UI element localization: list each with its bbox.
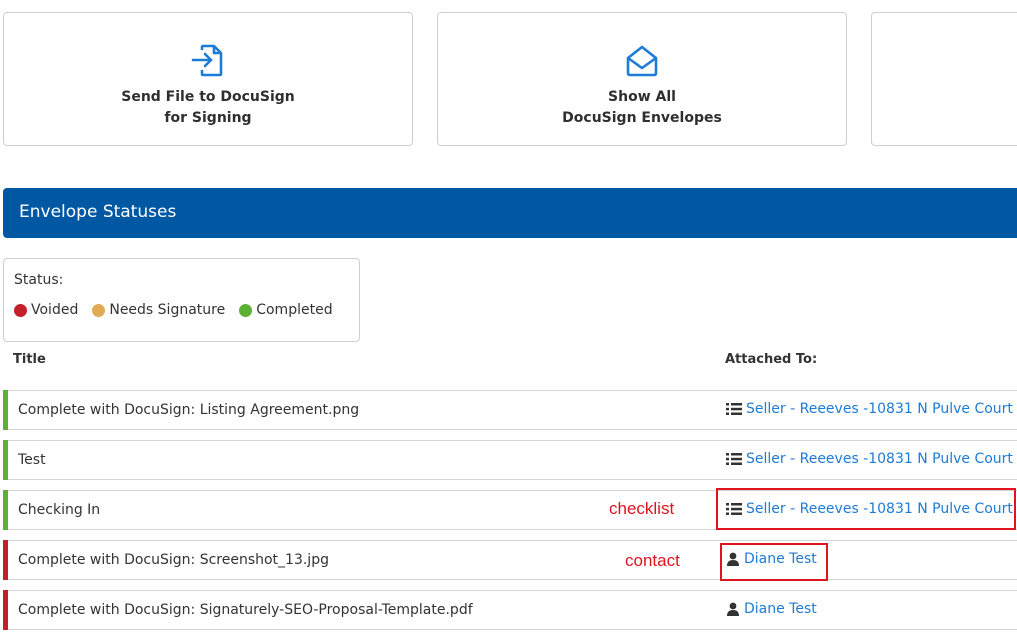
checklist-icon [726,453,742,465]
status-indicator [3,590,8,630]
show-envelopes-label: Show All DocuSign Envelopes [562,89,722,126]
checklist-icon [726,403,742,415]
attached-link[interactable]: Seller - Reeeves -10831 N Pulve Court [726,451,1013,467]
annotation-label-checklist: checklist [609,499,675,518]
send-file-card[interactable]: Send File to DocuSign for Signing [3,12,413,146]
annotation-label-contact: contact [625,551,680,570]
section-header: Envelope Statuses [3,188,1017,238]
attached-link[interactable]: Seller - Reeeves -10831 N Pulve Court [726,501,1013,517]
row-title: Test [18,452,46,468]
attached-link[interactable]: Seller - Reeeves -10831 N Pulve Court [726,401,1013,417]
envelope-open-icon [624,43,660,79]
table-row[interactable]: Checking In Seller - Reeeves -10831 N Pu… [3,490,1017,530]
legend-item-needs-signature: Needs Signature [92,302,225,318]
section-title: Envelope Statuses [19,202,177,222]
column-header-attached: Attached To: [725,352,818,367]
legend-item-completed: Completed [239,302,333,318]
attached-link[interactable]: Diane Test [726,601,817,617]
status-dot-icon [14,303,27,317]
show-envelopes-card[interactable]: Show All DocuSign Envelopes [437,12,847,146]
legend-item-voided: Voided [14,302,78,318]
status-dot-icon [92,303,106,317]
row-title: Complete with DocuSign: Signaturely-SEO-… [18,602,473,618]
send-file-label: Send File to DocuSign for Signing [121,89,295,126]
status-dot-icon [239,303,253,317]
table-row[interactable]: Complete with DocuSign: Signaturely-SEO-… [3,590,1017,630]
status-indicator [3,490,8,530]
user-icon [727,602,739,616]
legend-heading: Status: [14,272,64,288]
table-row[interactable]: Complete with DocuSign: Listing Agreemen… [3,390,1017,430]
row-title: Complete with DocuSign: Screenshot_13.jp… [18,552,329,568]
file-import-icon [190,43,226,79]
row-title: Checking In [18,502,101,518]
table-row[interactable]: Complete with DocuSign: Screenshot_13.jp… [3,540,1017,580]
status-indicator [3,440,8,480]
status-indicator [3,540,8,580]
table-row[interactable]: Test Seller - Reeeves -10831 N Pulve Cou… [3,440,1017,480]
user-icon [727,552,739,566]
attached-link[interactable]: Diane Test [726,551,817,567]
status-legend: Status: Voided Needs Signature Completed [3,258,360,342]
column-header-title: Title [13,352,46,367]
checklist-icon [726,503,742,515]
row-title: Complete with DocuSign: Listing Agreemen… [18,402,360,418]
partial-card[interactable] [871,12,1017,146]
status-indicator [3,390,8,430]
